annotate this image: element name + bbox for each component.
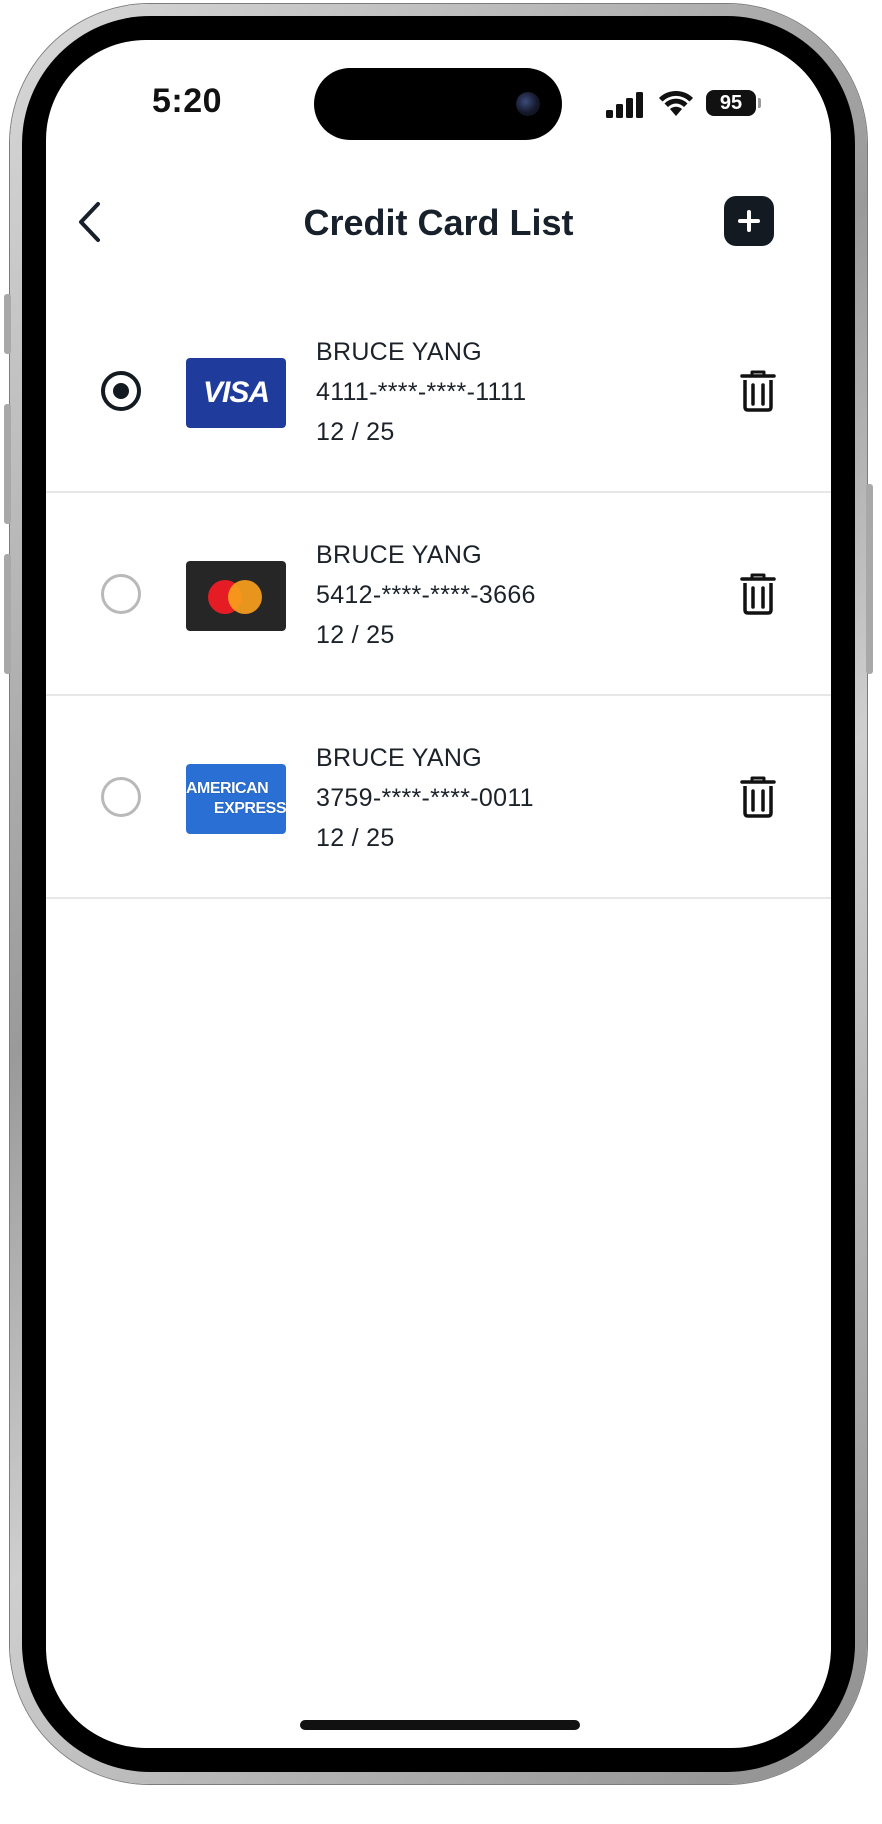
- trash-icon: [740, 776, 776, 818]
- card-select-radio[interactable]: [101, 777, 141, 817]
- front-camera: [516, 92, 540, 116]
- signal-bars-icon: [606, 92, 643, 118]
- card-number: 3759-****-****-0011: [316, 784, 534, 812]
- delete-card-button[interactable]: [738, 368, 778, 414]
- mastercard-logo-icon: [186, 561, 286, 631]
- page-title: Credit Card List: [303, 202, 574, 243]
- card-expiry: 12 / 25: [316, 621, 395, 649]
- status-time: 5:20: [152, 82, 223, 120]
- dynamic-island: [314, 68, 562, 140]
- amex-logo-icon: AMERICAN EXPRESS: [186, 764, 286, 834]
- wifi-icon: [659, 90, 693, 116]
- home-indicator[interactable]: [300, 1720, 580, 1730]
- card-number: 4111-****-****-1111: [316, 378, 527, 406]
- phone-frame: 5:20 95 Credit Card List VISA BRUCE YANG…: [4, 4, 873, 1784]
- cardholder-name: BRUCE YANG: [316, 541, 483, 569]
- card-expiry: 12 / 25: [316, 418, 395, 446]
- volume-up-button: [4, 404, 11, 524]
- volume-down-button: [4, 554, 11, 674]
- power-button: [866, 484, 873, 674]
- card-row-visa[interactable]: VISA BRUCE YANG 4111-****-****-1111 12 /…: [46, 290, 831, 493]
- credit-card-list: VISA BRUCE YANG 4111-****-****-1111 12 /…: [46, 290, 831, 899]
- trash-icon: [740, 573, 776, 615]
- action-button: [4, 294, 11, 354]
- add-card-button[interactable]: [724, 196, 774, 246]
- trash-icon: [740, 370, 776, 412]
- card-select-radio[interactable]: [101, 371, 141, 411]
- screen: 5:20 95 Credit Card List VISA BRUCE YANG…: [46, 40, 831, 1748]
- card-row-amex[interactable]: AMERICAN EXPRESS BRUCE YANG 3759-****-**…: [46, 696, 831, 899]
- status-bar: 5:20 95: [46, 40, 831, 160]
- visa-logo-text: VISA: [202, 376, 270, 409]
- card-info: BRUCE YANG 3759-****-****-0011 12 / 25: [316, 738, 534, 858]
- cardholder-name: BRUCE YANG: [316, 744, 483, 772]
- card-info: BRUCE YANG 5412-****-****-3666 12 / 25: [316, 535, 536, 655]
- amex-logo-line2: EXPRESS: [213, 800, 286, 817]
- delete-card-button[interactable]: [738, 774, 778, 820]
- battery-indicator: 95: [706, 90, 756, 116]
- delete-card-button[interactable]: [738, 571, 778, 617]
- card-number: 5412-****-****-3666: [316, 581, 536, 609]
- cardholder-name: BRUCE YANG: [316, 338, 483, 366]
- visa-logo-icon: VISA: [186, 358, 286, 428]
- amex-logo-line1: AMERICAN: [186, 780, 269, 797]
- card-expiry: 12 / 25: [316, 824, 395, 852]
- card-select-radio[interactable]: [101, 574, 141, 614]
- card-info: BRUCE YANG 4111-****-****-1111 12 / 25: [316, 332, 526, 452]
- mastercard-orange-circle: [228, 580, 262, 614]
- navigation-bar: Credit Card List: [46, 180, 831, 270]
- battery-tip: [758, 98, 761, 108]
- card-row-mastercard[interactable]: BRUCE YANG 5412-****-****-3666 12 / 25: [46, 493, 831, 696]
- plus-icon: [738, 210, 760, 232]
